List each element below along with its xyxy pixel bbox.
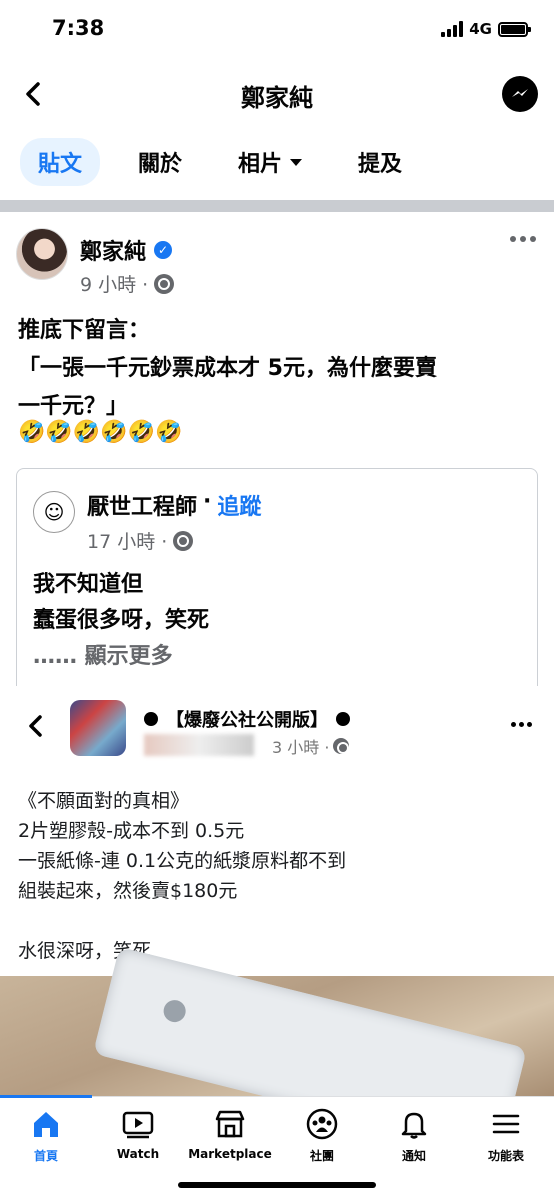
author-name: 鄭家純 (80, 240, 147, 265)
nav-label: 功能表 (487, 1149, 524, 1163)
inner-text-line (18, 906, 346, 936)
see-more-link[interactable]: …… 顯示更多 (33, 639, 209, 675)
inner-text-line: 組裝起來，然後賣$180元 (18, 880, 238, 902)
post-time: 9 小時 · (80, 274, 149, 296)
home-indicator (178, 1182, 376, 1188)
tab-label: 相片 (238, 152, 283, 177)
more-options-icon[interactable] (510, 236, 536, 242)
status-indicators: 4G (441, 20, 531, 38)
nav-label: Watch (116, 1147, 160, 1161)
active-tab-indicator (0, 1095, 92, 1098)
globe-icon (154, 273, 175, 294)
blurred-name (144, 734, 254, 756)
shared-time: 17 小時 · (87, 531, 168, 553)
black-dot-icon (336, 712, 350, 726)
section-divider (0, 200, 554, 212)
home-icon (34, 1112, 58, 1137)
post-meta: 9 小時 · (80, 270, 175, 297)
shared-author-row: 厭世工程師 · 追蹤 (87, 489, 261, 521)
signal-icon (441, 21, 464, 37)
shared-post[interactable]: ☺ 厭世工程師 · 追蹤 17 小時 · 我不知道但 蠢蛋很多呀，笑死 …… 顯… (16, 468, 538, 688)
inner-text-line: 《不願面對的真相》 (18, 790, 190, 812)
profile-tabs: 貼文 關於 相片 提及 (20, 138, 420, 186)
shared-text: 我不知道但 蠢蛋很多呀，笑死 …… 顯示更多 (33, 567, 209, 675)
tab-label: 提及 (358, 152, 403, 177)
tab-mentions[interactable]: 提及 (340, 138, 420, 186)
more-options-icon (511, 722, 532, 727)
nav-menu[interactable]: 功能表 (460, 1107, 552, 1164)
post-text-line: 「一張一千元鈔票成本才 5元，為什麼要賣 (18, 356, 437, 381)
group-name: 【爆廢公社公開版】 (166, 710, 328, 731)
caret-down-icon (290, 158, 303, 166)
group-avatar (70, 700, 126, 756)
verified-icon: ✓ (154, 241, 173, 259)
emoji-row: 🤣🤣🤣🤣🤣🤣 (18, 420, 183, 445)
globe-icon (333, 738, 350, 754)
tab-about[interactable]: 關於 (120, 138, 200, 186)
avatar[interactable] (16, 228, 68, 280)
globe-icon (173, 530, 194, 551)
group-title-row: 【爆廢公社公開版】 (144, 706, 350, 732)
inner-text-line: 2片塑膠殼-成本不到 0.5元 (18, 820, 245, 842)
bell-icon (401, 1112, 427, 1139)
inner-text-line: 一張紙條-連 0.1公克的紙漿原料都不到 (18, 850, 347, 872)
shared-text-line: 蠢蛋很多呀，笑死 (33, 608, 210, 633)
menu-icon (492, 1114, 520, 1134)
post-author[interactable]: 鄭家純 ✓ (80, 234, 173, 266)
post-text-line: 推底下留言： (18, 318, 151, 343)
inner-text: 《不願面對的真相》 2片塑膠殼-成本不到 0.5元 一張紙條-連 0.1公克的紙… (18, 786, 346, 966)
page-header: 鄭家純 (0, 60, 554, 126)
shared-avatar[interactable]: ☺ (33, 491, 75, 533)
black-dot-icon (144, 712, 158, 726)
messenger-bolt-icon (512, 89, 528, 97)
nav-watch[interactable]: Watch (92, 1107, 184, 1161)
nav-home[interactable]: 首頁 (0, 1107, 92, 1164)
watch-icon (122, 1111, 154, 1139)
follow-button[interactable]: 追蹤 (217, 489, 261, 521)
messenger-icon[interactable] (502, 76, 538, 112)
battery-icon (498, 21, 531, 37)
nav-label: 社團 (309, 1149, 334, 1163)
inner-meta: 3 小時 · (272, 734, 350, 758)
tab-posts[interactable]: 貼文 (20, 138, 101, 186)
shared-text-line: 我不知道但 (33, 572, 144, 597)
nav-marketplace[interactable]: Marketplace (184, 1107, 276, 1161)
network-label: 4G (469, 20, 492, 38)
shared-meta: 17 小時 · (87, 527, 194, 554)
status-bar: 7:38 4G (0, 0, 554, 60)
separator-dot: · (203, 489, 212, 514)
tab-label: 關於 (138, 152, 183, 177)
tab-label: 貼文 (38, 152, 83, 177)
shared-author[interactable]: 厭世工程師 (87, 489, 197, 521)
nav-notifications[interactable]: 通知 (368, 1107, 460, 1164)
inner-time: 3 小時 · (272, 738, 330, 757)
post-text: 推底下留言： 「一張一千元鈔票成本才 5元，為什麼要賣 一千元？」 (18, 312, 538, 426)
nav-label: 首頁 (33, 1149, 58, 1163)
status-time: 7:38 (52, 16, 105, 40)
plastic-case (92, 946, 528, 1098)
marketplace-icon (215, 1110, 245, 1138)
groups-icon (306, 1108, 338, 1140)
page-title: 鄭家純 (241, 84, 313, 112)
nav-label: Marketplace (188, 1147, 272, 1161)
nav-groups[interactable]: 社團 (276, 1107, 368, 1164)
tab-photos[interactable]: 相片 (220, 138, 320, 186)
back-icon (29, 715, 42, 737)
embedded-screenshot: 【爆廢公社公開版】 3 小時 · 《不願面對的真相》 2片塑膠殼-成本不到 0.… (0, 686, 554, 1098)
nav-label: 通知 (401, 1149, 426, 1163)
plastic-case-photo (0, 946, 554, 1098)
